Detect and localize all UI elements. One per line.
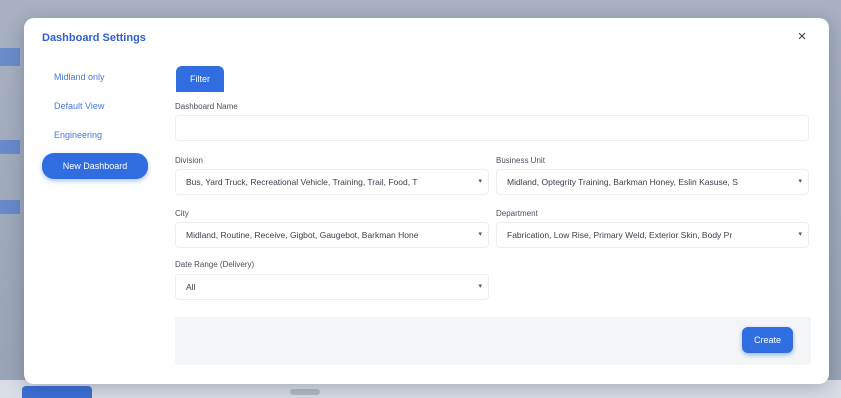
date-range-value: All (186, 282, 196, 292)
background-element (0, 140, 20, 154)
division-select[interactable]: Bus, Yard Truck, Recreational Vehicle, T… (175, 169, 489, 195)
chevron-down-icon: ▾ (478, 178, 482, 185)
department-select[interactable]: Fabrication, Low Rise, Primary Weld, Ext… (496, 222, 809, 248)
close-icon[interactable]: × (793, 28, 811, 46)
tab-filter[interactable]: Filter (176, 66, 224, 92)
date-range-select[interactable]: All ▾ (175, 274, 489, 300)
dashboard-settings-modal: Dashboard Settings × Midland only Defaul… (24, 18, 829, 384)
background-element (0, 200, 20, 214)
city-select[interactable]: Midland, Routine, Receive, Gigbot, Gauge… (175, 222, 489, 248)
business-unit-label: Business Unit (496, 156, 545, 165)
city-label: City (175, 209, 189, 218)
background-element (0, 48, 20, 66)
business-unit-select[interactable]: Midland, Optegrity Training, Barkman Hon… (496, 169, 809, 195)
chevron-down-icon: ▾ (478, 283, 482, 290)
sidebar-item-new-dashboard[interactable]: New Dashboard (42, 153, 148, 179)
modal-title: Dashboard Settings (42, 32, 146, 44)
dashboard-name-input[interactable] (175, 115, 809, 141)
background-button (22, 386, 92, 398)
business-unit-value: Midland, Optegrity Training, Barkman Hon… (507, 177, 738, 187)
dashboard-list: Midland only Default View Engineering Ne… (42, 66, 157, 186)
city-value: Midland, Routine, Receive, Gigbot, Gauge… (186, 230, 419, 240)
sidebar-item-engineering[interactable]: Engineering (42, 124, 157, 146)
division-value: Bus, Yard Truck, Recreational Vehicle, T… (186, 177, 418, 187)
chevron-down-icon: ▾ (798, 178, 802, 185)
sidebar-item-midland-only[interactable]: Midland only (42, 66, 157, 88)
dashboard-name-label: Dashboard Name (175, 102, 238, 111)
department-value: Fabrication, Low Rise, Primary Weld, Ext… (507, 230, 733, 240)
division-label: Division (175, 156, 204, 165)
background-text (290, 389, 320, 395)
date-range-label: Date Range (Delivery) (175, 260, 255, 269)
department-label: Department (496, 209, 538, 218)
chevron-down-icon: ▾ (478, 231, 482, 238)
create-button[interactable]: Create (741, 327, 793, 353)
modal-footer: Create (175, 317, 811, 365)
chevron-down-icon: ▾ (798, 231, 802, 238)
sidebar-item-default-view[interactable]: Default View (42, 95, 157, 117)
